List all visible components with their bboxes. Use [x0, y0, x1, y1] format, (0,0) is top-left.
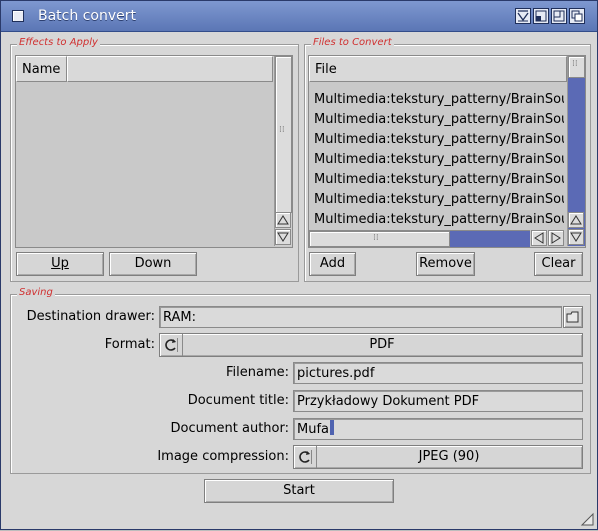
iconify-icon[interactable] [515, 8, 531, 24]
clear-button-label: Clear [541, 256, 576, 271]
destination-label: Destination drawer: [26, 309, 155, 324]
files-vscrollbar[interactable]: ⁞⁞ [567, 56, 585, 246]
effects-scrollbar[interactable]: ⁞⁞ [274, 56, 292, 246]
format-value: PDF [369, 337, 395, 352]
effects-scroll-down-icon[interactable] [275, 229, 291, 245]
list-item[interactable]: Multimedia:tekstury_patterny/BrainSou [314, 190, 564, 210]
add-button-label: Add [319, 256, 346, 271]
image-compression-label: Image compression: [157, 449, 289, 464]
image-compression-cycle[interactable]: JPEG (90) [293, 445, 583, 469]
list-item[interactable]: Multimedia:tekstury_patterny/BrainSou [314, 110, 564, 130]
effects-scroll-thumb[interactable]: ⁞⁞ [275, 56, 292, 213]
files-scroll-left-icon[interactable] [531, 230, 547, 246]
list-item[interactable]: Multimedia:tekstury_patterny/BrainSou [314, 130, 564, 150]
start-button-label: Start [283, 483, 315, 498]
title-bar[interactable]: Batch convert [1, 1, 597, 32]
snapshot-icon[interactable] [533, 8, 549, 24]
batch-convert-window: Batch convert Effects to Apply Name ⁞⁞ U… [0, 0, 598, 530]
clear-button[interactable]: Clear [534, 252, 583, 276]
files-vscroll-thumb[interactable]: ⁞⁞ [568, 56, 585, 78]
remove-button[interactable]: Remove [416, 252, 475, 276]
files-scroll-up-icon[interactable] [568, 212, 584, 228]
text-cursor [330, 420, 334, 435]
files-list[interactable]: File Multimedia:tekstury_patterny/BrainS… [308, 55, 586, 248]
filename-field[interactable]: pictures.pdf [293, 362, 583, 384]
effects-column-header-empty [67, 56, 273, 82]
doc-title-field[interactable]: Przykładowy Dokument PDF [293, 390, 583, 412]
add-button[interactable]: Add [309, 252, 356, 276]
files-scroll-down-icon[interactable] [568, 229, 584, 245]
doc-author-label: Document author: [170, 421, 289, 436]
format-cycle[interactable]: PDF [159, 333, 583, 357]
cycle-icon [160, 334, 183, 356]
list-item[interactable]: Multimedia:tekstury_patterny/BrainSou [314, 170, 564, 190]
files-rows: Multimedia:tekstury_patterny/BrainSou Mu… [314, 90, 564, 228]
format-label: Format: [104, 337, 155, 352]
start-button[interactable]: Start [204, 479, 394, 503]
doc-author-value: Mufa [297, 422, 329, 437]
destination-field[interactable]: RAM: [159, 306, 562, 328]
up-button[interactable]: Up [16, 252, 104, 276]
close-icon[interactable] [12, 10, 24, 22]
effects-list[interactable]: Name ⁞⁞ [15, 55, 293, 248]
filename-label: Filename: [225, 365, 289, 380]
files-group-label: Files to Convert [311, 37, 394, 48]
effects-scroll-up-icon[interactable] [275, 212, 291, 228]
cycle-icon [294, 446, 317, 468]
list-item[interactable]: Multimedia:tekstury_patterny/BrainSou [314, 210, 564, 228]
effects-group-label: Effects to Apply [17, 37, 100, 48]
down-button[interactable]: Down [109, 252, 197, 276]
image-compression-value: JPEG (90) [418, 449, 480, 464]
drawer-popup-icon[interactable] [563, 306, 583, 328]
files-hscrollbar[interactable]: ⁞⁞ [309, 230, 530, 247]
down-button-label: Down [134, 256, 172, 271]
window-title: Batch convert [38, 8, 136, 24]
list-item[interactable]: Multimedia:tekstury_patterny/BrainSou [314, 150, 564, 170]
doc-title-label: Document title: [187, 393, 289, 408]
effects-column-header[interactable]: Name [16, 56, 67, 82]
doc-author-field[interactable]: Mufa [293, 418, 583, 440]
files-hscroll-thumb[interactable]: ⁞⁞ [309, 231, 450, 247]
saving-group-label: Saving [17, 287, 55, 298]
files-scroll-right-icon[interactable] [548, 230, 564, 246]
resize-grip-icon[interactable] [579, 511, 595, 527]
depth-icon[interactable] [569, 8, 585, 24]
files-column-header[interactable]: File [309, 56, 567, 82]
list-item[interactable]: Multimedia:tekstury_patterny/BrainSou [314, 90, 564, 110]
up-button-label: Up [51, 256, 69, 271]
remove-button-label: Remove [419, 256, 472, 271]
zoom-icon[interactable] [551, 8, 567, 24]
